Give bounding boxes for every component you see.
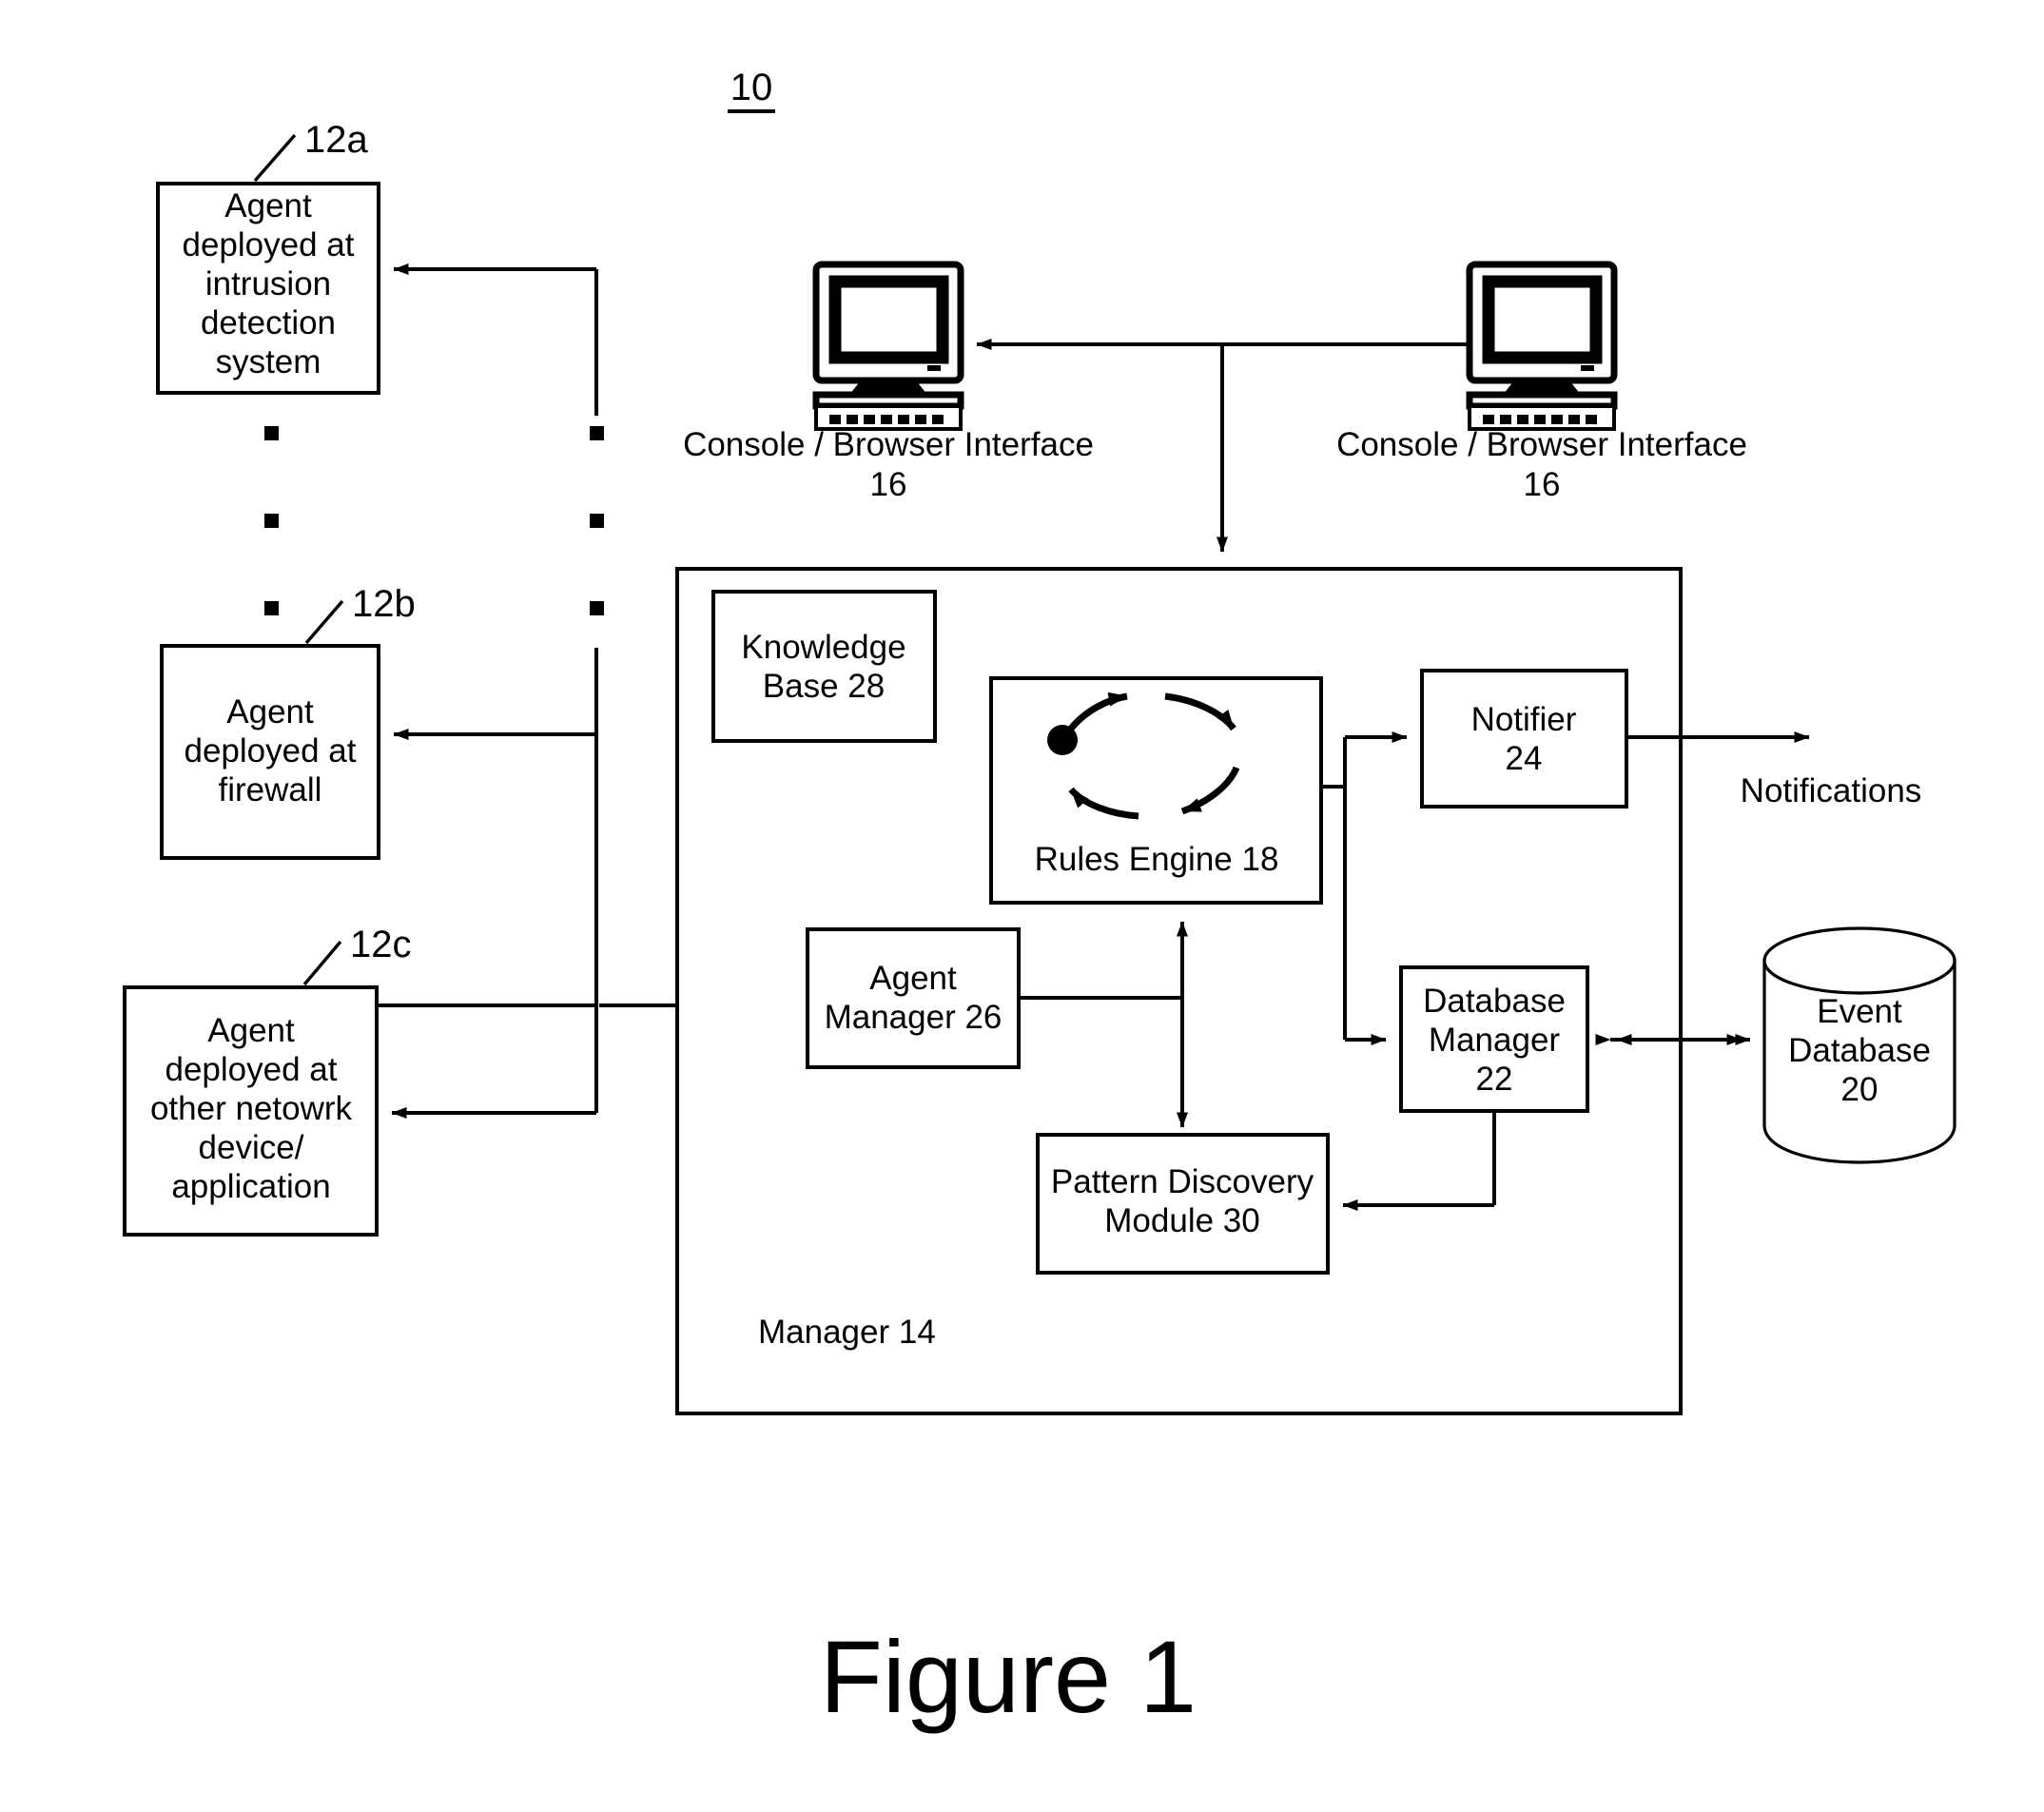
agent-12c-line-1: Agent [207, 1012, 295, 1049]
agent-12a-line-2: deployed at [183, 226, 355, 263]
agent-12b-reference: 12b [304, 583, 416, 645]
agent-12c-reference: 12c [302, 924, 412, 986]
system-reference-label: 10 [730, 67, 773, 108]
keyboard-keys-2 [1483, 415, 1597, 424]
agent-12a-line-5: system [216, 343, 321, 380]
patent-figure-diagram: 10 Agent deployed at intrusion detection… [123, 67, 1956, 1734]
rules-engine-label: Rules Engine 18 [1035, 841, 1279, 878]
agent-box-12c[interactable]: Agent deployed at other netowrk device/ … [123, 985, 379, 1237]
ellipsis-left-column [264, 426, 279, 615]
event-database-cylinder[interactable]: Event Database 20 [1762, 926, 1956, 1164]
pattern-discovery-box[interactable]: Pattern Discovery Module 30 [1036, 1133, 1330, 1275]
agent-12c-line-2: deployed at [165, 1051, 338, 1088]
agent-12b-line-3: firewall [219, 771, 322, 809]
ellipsis-dot [264, 426, 279, 440]
computer-monitor-icon-screen-2 [1482, 275, 1603, 364]
database-manager-line-3: 22 [1476, 1061, 1513, 1098]
database-manager-box[interactable]: Database Manager 22 [1399, 965, 1589, 1113]
console-2-ref: 16 [1524, 466, 1561, 503]
agent-box-12a[interactable]: Agent deployed at intrusion detection sy… [156, 182, 380, 395]
console-1-ref: 16 [870, 466, 907, 503]
ellipsis-dot [264, 514, 279, 528]
agent-12c-leader-line [302, 940, 342, 986]
agent-box-12b[interactable]: Agent deployed at firewall [160, 644, 380, 860]
notifier-line-1: Notifier [1471, 701, 1577, 738]
notifications-label: Notifications [1741, 772, 1922, 809]
agent-12a-line-4: detection [201, 304, 336, 341]
agent-12c-line-3: other netowrk [150, 1090, 353, 1127]
ellipsis-dot [590, 514, 604, 528]
knowledge-base-line-2: Base 28 [763, 668, 885, 705]
ellipsis-bus-column [590, 426, 604, 615]
ellipsis-dot [264, 601, 279, 615]
agent-12a-line-1: Agent [224, 187, 312, 224]
ellipsis-dot [590, 426, 604, 440]
console-2-label: Console / Browser Interface [1336, 426, 1747, 463]
rules-engine-box[interactable]: Rules Engine 18 [989, 676, 1323, 905]
event-database-line-2: Database [1788, 1032, 1931, 1069]
figure-caption: Figure 1 [820, 1619, 1197, 1734]
manager-14-label: Manager 14 [758, 1314, 936, 1351]
event-database-line-1: Event [1817, 993, 1902, 1030]
system-reference-10: 10 [728, 67, 775, 113]
notifier-line-2: 24 [1506, 740, 1543, 777]
agent-12a-leader-line [253, 133, 297, 183]
database-manager-line-1: Database [1423, 983, 1566, 1020]
monitor-led-icon-1 [927, 365, 941, 371]
agent-12b-line-2: deployed at [185, 732, 357, 770]
pattern-discovery-line-1: Pattern Discovery [1051, 1163, 1314, 1200]
console-1-label: Console / Browser Interface [683, 426, 1094, 463]
event-database-top [1762, 926, 1956, 995]
figure-canvas: 10 Agent deployed at intrusion detection… [0, 0, 2044, 1812]
console-interface-1[interactable]: Console / Browser Interface 16 [683, 261, 1094, 503]
computer-monitor-icon-screen-1 [828, 275, 949, 364]
agent-12a-line-3: intrusion [205, 265, 331, 302]
agent-manager-box[interactable]: Agent Manager 26 [806, 927, 1021, 1069]
knowledge-base-box[interactable]: Knowledge Base 28 [711, 590, 937, 743]
agent-12b-ref-label: 12b [352, 583, 416, 625]
agent-12c-ref-label: 12c [350, 924, 412, 965]
agent-12c-line-5: application [171, 1168, 330, 1205]
keyboard-keys-1 [829, 415, 944, 424]
notifier-box[interactable]: Notifier 24 [1420, 669, 1628, 809]
agent-12b-leader-line [304, 599, 344, 645]
knowledge-base-line-1: Knowledge [741, 629, 905, 666]
agent-12b-line-1: Agent [226, 693, 314, 731]
pattern-discovery-line-2: Module 30 [1104, 1202, 1259, 1239]
notifier-rect[interactable] [1420, 669, 1628, 809]
agent-manager-line-1: Agent [869, 960, 957, 997]
agent-12a-reference: 12a [253, 119, 368, 183]
ellipsis-dot [590, 601, 604, 615]
database-manager-line-2: Manager [1429, 1022, 1560, 1059]
console-interface-2[interactable]: Console / Browser Interface 16 [1336, 261, 1747, 503]
knowledge-base-rect[interactable] [711, 590, 937, 743]
agent-manager-line-2: Manager 26 [825, 999, 1003, 1036]
agent-12c-line-4: device/ [199, 1129, 304, 1166]
monitor-led-icon-2 [1581, 365, 1594, 371]
event-database-line-3: 20 [1841, 1071, 1879, 1108]
agent-12a-ref-label: 12a [304, 119, 368, 161]
